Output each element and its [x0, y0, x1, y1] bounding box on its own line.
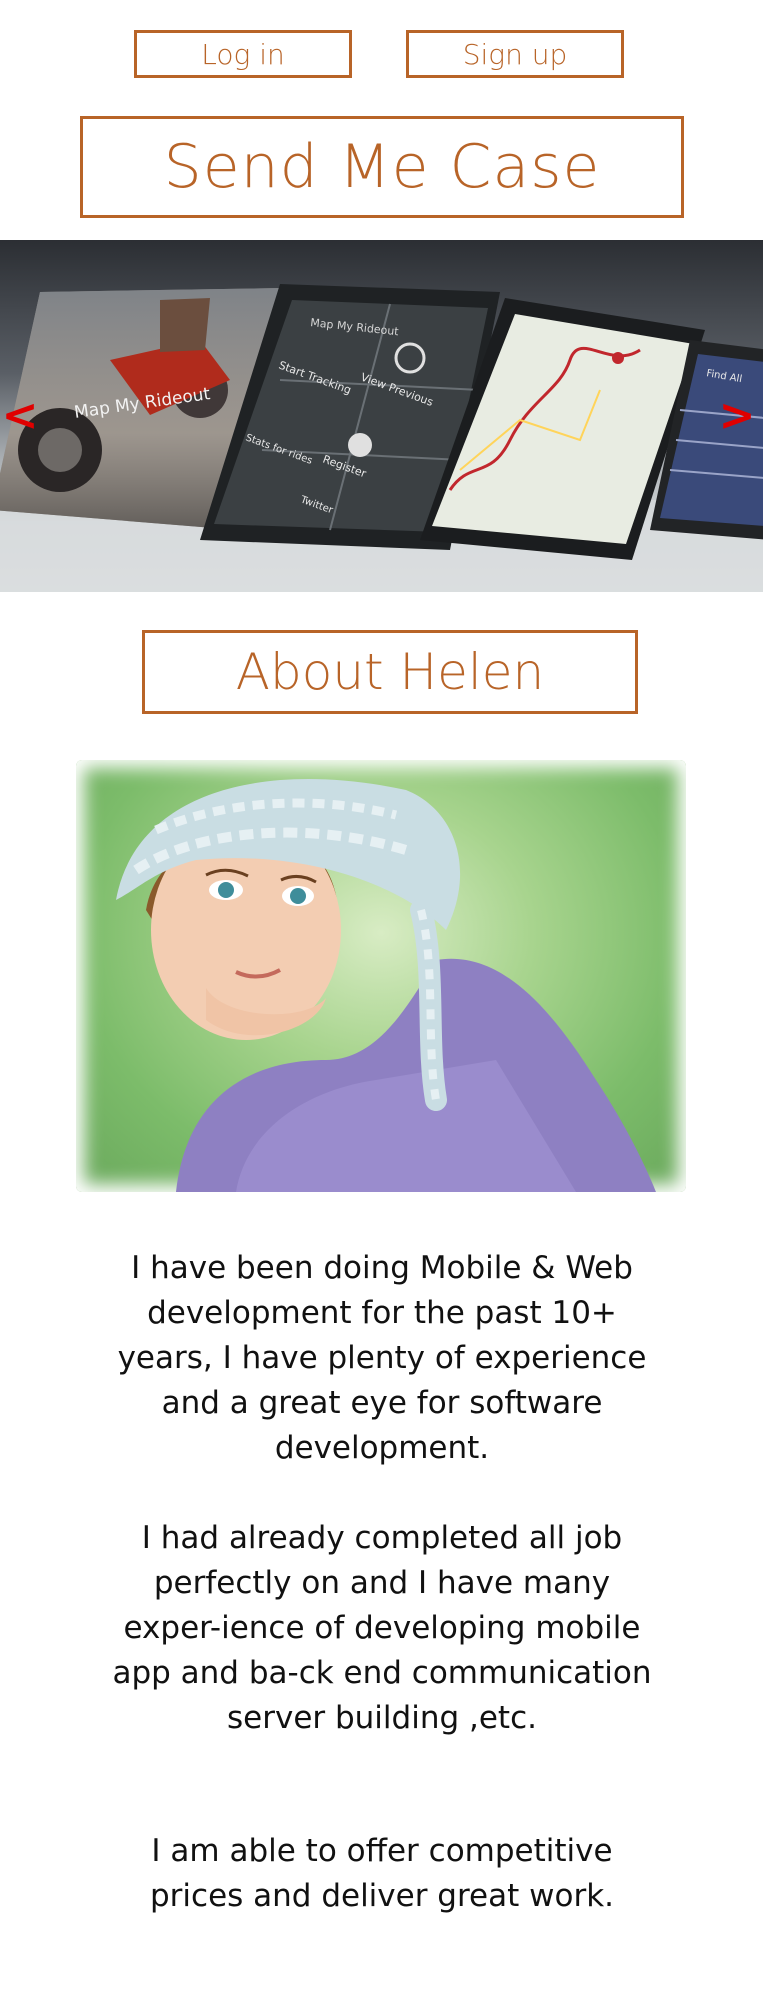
- helen-portrait-image: [76, 760, 686, 1192]
- carousel-prev-arrow-icon[interactable]: <: [2, 390, 39, 441]
- about-title: About Helen: [142, 630, 638, 714]
- login-button[interactable]: Log in: [134, 30, 352, 78]
- app-screenshot-carousel: Map My Rideout Map My Rideout Start Trac…: [0, 240, 763, 592]
- carousel-slide-image: Map My Rideout Map My Rideout Start Trac…: [0, 284, 763, 592]
- site-title: Send Me Case: [80, 116, 684, 218]
- bio-paragraph-2: I had already completed all job perfectl…: [112, 1520, 652, 1736]
- signup-button[interactable]: Sign up: [406, 30, 624, 78]
- bio-paragraph-3: I am able to offer competitive prices an…: [149, 1833, 615, 1914]
- bio-paragraph-1: I have been doing Mobile & Web developme…: [117, 1250, 647, 1466]
- carousel-next-arrow-icon[interactable]: >: [719, 390, 756, 441]
